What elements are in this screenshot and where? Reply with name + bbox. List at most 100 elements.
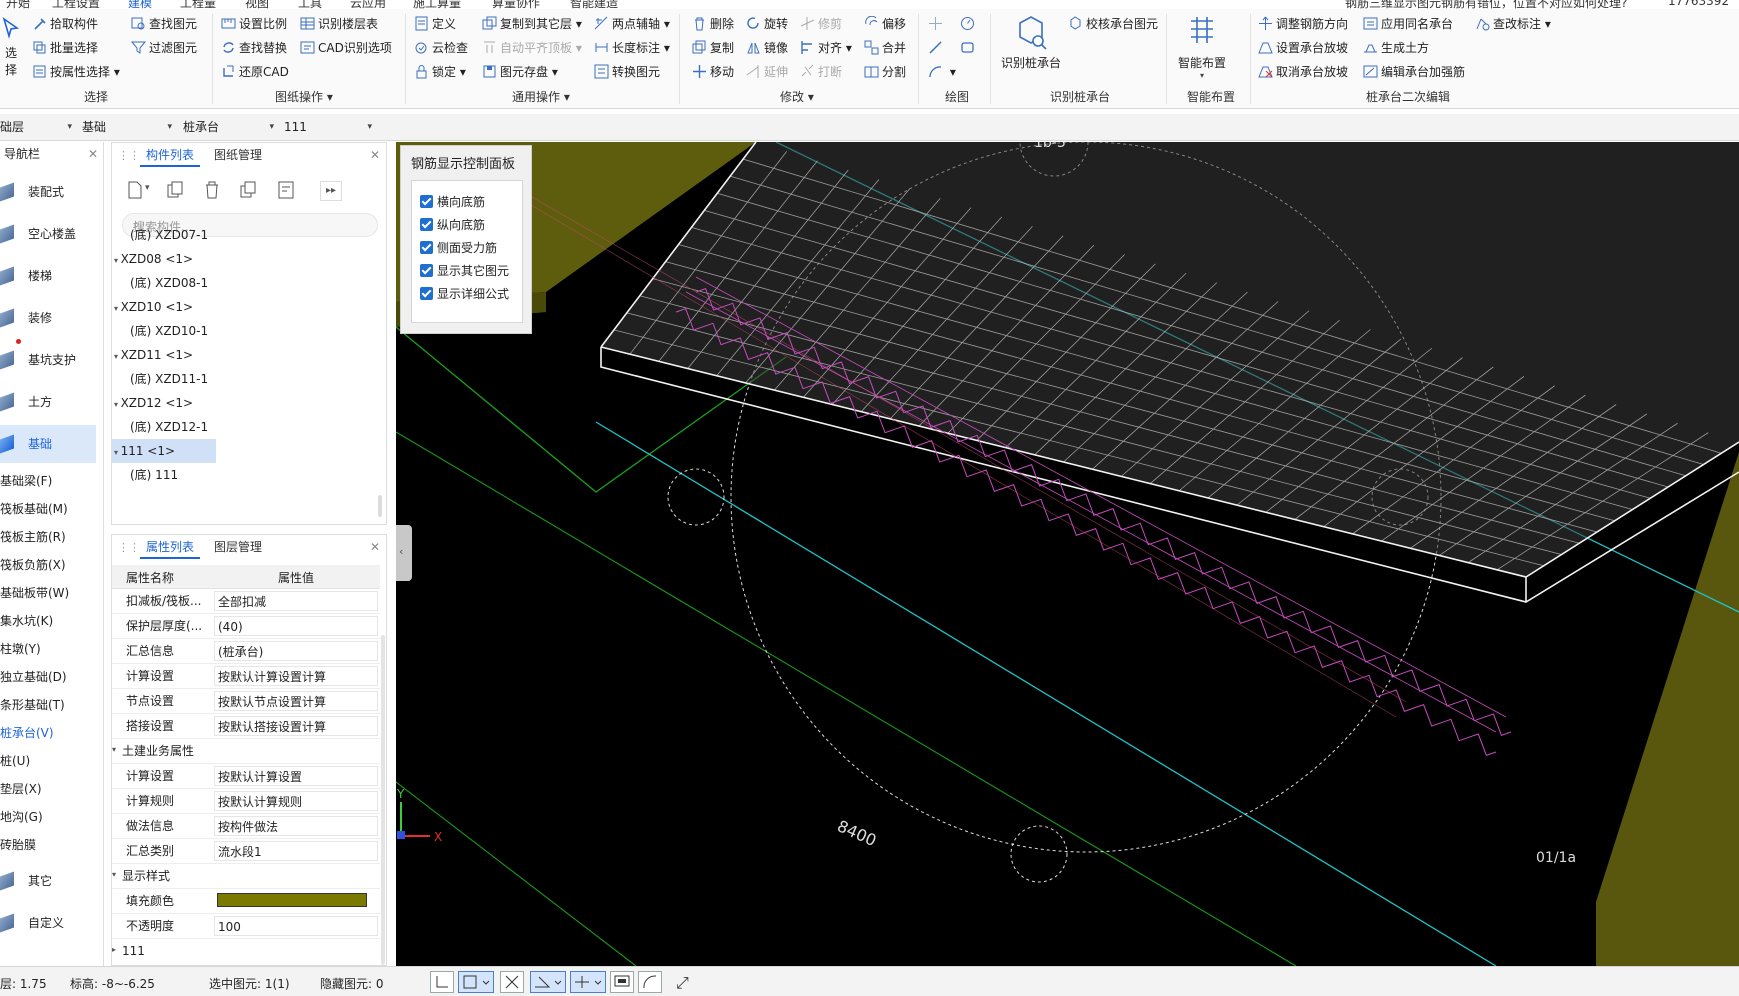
set-cap-slope-button[interactable]: 设置承台放坡 bbox=[1258, 38, 1348, 58]
smart-layout-button[interactable]: 智能布置 ▾ bbox=[1172, 15, 1232, 80]
tree-item[interactable]: ▾ XZD12 <1> bbox=[114, 391, 193, 415]
menu-quantity[interactable]: 工程量 bbox=[180, 0, 216, 9]
auto-align-button[interactable]: 自动平齐顶板 ▾ bbox=[482, 38, 582, 58]
close-icon[interactable]: ✕ bbox=[370, 148, 380, 162]
tab-layer-manage[interactable]: 图层管理 bbox=[208, 535, 268, 559]
offset-button[interactable]: 偏移 bbox=[864, 14, 906, 34]
nav-item-pit-support[interactable]: 基坑支护 bbox=[0, 339, 96, 379]
batch-select-button[interactable]: 批量选择 bbox=[32, 38, 98, 58]
nav-item-foundation[interactable]: 基础 bbox=[0, 425, 96, 463]
cloud-check-button[interactable]: 云检查 bbox=[414, 38, 468, 58]
tree-item[interactable]: (底) XZD10-1 bbox=[130, 319, 208, 343]
filter-element-button[interactable]: 过滤图元 bbox=[130, 38, 197, 58]
tab-component-list[interactable]: 构件列表 bbox=[140, 143, 201, 167]
scrollbar[interactable] bbox=[378, 495, 382, 517]
nav-sub-item[interactable]: 基础板带(W) bbox=[0, 579, 69, 607]
expand-icon[interactable]: ▸ bbox=[112, 945, 116, 954]
align-button[interactable]: 对齐 ▾ bbox=[800, 38, 852, 58]
close-icon[interactable]: ✕ bbox=[370, 540, 380, 554]
drag-handle-icon[interactable]: ⋮⋮ bbox=[118, 149, 140, 162]
nav-item-other[interactable]: 其它 bbox=[0, 862, 96, 900]
extend-button[interactable]: 延伸 bbox=[746, 62, 788, 82]
cad-options-button[interactable]: CAD识别选项 bbox=[300, 38, 392, 58]
property-group-display[interactable]: ▾ 显示样式 bbox=[112, 864, 380, 889]
line-draw-button[interactable] bbox=[928, 38, 946, 58]
tree-item[interactable]: (底) 111 bbox=[130, 463, 178, 487]
component-settings-button[interactable] bbox=[275, 179, 297, 201]
tree-item[interactable]: (底) XZD12-1 bbox=[130, 415, 208, 439]
nav-sub-item[interactable]: 桩(U) bbox=[0, 747, 30, 775]
more-button[interactable]: ▸▸ bbox=[320, 181, 342, 201]
fullscreen-icon[interactable]: ⤢ bbox=[676, 973, 689, 993]
find-replace-button[interactable]: 查找替换 bbox=[221, 38, 287, 58]
copy-to-floor-button[interactable]: 复制到其它层 ▾ bbox=[482, 14, 582, 34]
cross-toggle[interactable] bbox=[500, 971, 524, 993]
apply-same-name-button[interactable]: 应用同名承台 bbox=[1363, 14, 1453, 34]
circle-draw-button[interactable] bbox=[960, 14, 978, 34]
property-group-last[interactable]: ▸ 111 bbox=[112, 939, 380, 964]
gen-earth-button[interactable]: 生成土方 bbox=[1363, 38, 1429, 58]
chevron-down-icon[interactable]: ▾ bbox=[145, 183, 150, 193]
tree-item[interactable]: (底) XZD11-1 bbox=[130, 367, 208, 391]
arc-toggle[interactable] bbox=[638, 971, 662, 993]
nav-item-hollow-floor[interactable]: 空心楼盖 bbox=[0, 215, 96, 253]
floor-select[interactable]: 基础层▾ bbox=[0, 117, 76, 138]
recognize-cap-button[interactable]: 识别桩承台 bbox=[996, 15, 1066, 71]
save-elements-button[interactable]: 图元存盘 ▾ bbox=[482, 62, 558, 82]
lock-button[interactable]: 锁定 ▾ bbox=[414, 62, 466, 82]
split-button[interactable]: 分割 bbox=[864, 62, 906, 82]
move-button[interactable]: 移动 bbox=[692, 62, 734, 82]
menu-construction[interactable]: 施工算量 bbox=[413, 0, 461, 9]
type-select[interactable]: 桩承台 ▾ bbox=[181, 117, 278, 138]
menu-view[interactable]: 视图 bbox=[245, 0, 269, 9]
recognize-floor-button[interactable]: 识别楼层表 bbox=[300, 14, 378, 34]
snap-toggle[interactable] bbox=[458, 971, 494, 993]
select-by-attr-button[interactable]: 按属性选择 ▾ bbox=[32, 62, 120, 82]
tab-drawing-manage[interactable]: 图纸管理 bbox=[208, 143, 268, 167]
cancel-cap-slope-button[interactable]: 取消承台放坡 bbox=[1258, 62, 1348, 82]
length-mark-button[interactable]: 长度标注 ▾ bbox=[594, 38, 670, 58]
pick-component-button[interactable]: 拾取构件 bbox=[32, 14, 98, 34]
3d-viewport[interactable]: 8400 1b-3 01/1a Y X bbox=[396, 142, 1739, 966]
checkbox-horizontal-bottom[interactable]: 横向底筋 bbox=[420, 192, 485, 212]
nav-sub-item-pile-cap[interactable]: 桩承台(V) bbox=[0, 719, 54, 747]
tree-item-selected[interactable]: ▾ 111 <1> bbox=[112, 439, 216, 463]
delete-button[interactable]: 删除 bbox=[692, 14, 734, 34]
nav-sub-item[interactable]: 条形基础(T) bbox=[0, 691, 65, 719]
nav-sub-item[interactable]: 地沟(G) bbox=[0, 803, 43, 831]
ortho-toggle[interactable] bbox=[430, 971, 454, 993]
expand-icon[interactable]: ▾ bbox=[112, 745, 116, 754]
edit-cap-rebar-button[interactable]: 编辑承台加强筋 bbox=[1363, 62, 1465, 82]
trim-button[interactable]: 修剪 bbox=[800, 14, 842, 34]
checkbox-show-other[interactable]: 显示其它图元 bbox=[420, 261, 509, 281]
nav-item-stairs[interactable]: 楼梯 bbox=[0, 257, 96, 295]
display-toggle[interactable] bbox=[610, 971, 634, 993]
merge-button[interactable]: 合并 bbox=[864, 38, 906, 58]
checkbox-show-formula[interactable]: 显示详细公式 bbox=[420, 284, 509, 304]
rect-draw-button[interactable] bbox=[960, 38, 978, 58]
category-select[interactable]: 基础 ▾ bbox=[80, 117, 176, 138]
menu-tools[interactable]: 工具 bbox=[298, 0, 322, 9]
tree-item[interactable]: (底) XZD07-1 bbox=[130, 223, 208, 247]
new-component-button[interactable] bbox=[124, 179, 146, 201]
scene-canvas[interactable]: 8400 1b-3 01/1a Y X bbox=[396, 142, 1739, 966]
convert-elements-button[interactable]: 转换图元 bbox=[594, 62, 660, 82]
define-button[interactable]: 定义 bbox=[414, 14, 456, 34]
fill-color-swatch[interactable] bbox=[217, 893, 367, 907]
nav-sub-item[interactable]: 集水坑(K) bbox=[0, 607, 53, 635]
nav-sub-item[interactable]: 独立基础(D) bbox=[0, 663, 67, 691]
nav-sub-item[interactable]: 垫层(X) bbox=[0, 775, 42, 803]
nav-item-prefab[interactable]: 装配式 bbox=[0, 173, 96, 211]
restore-cad-button[interactable]: 还原CAD bbox=[221, 62, 289, 82]
nav-item-earthwork[interactable]: 土方 bbox=[0, 383, 96, 421]
dimension-toggle[interactable] bbox=[570, 971, 606, 993]
menu-start[interactable]: 开始 bbox=[6, 0, 30, 9]
menu-project-settings[interactable]: 工程设置 bbox=[52, 0, 100, 9]
nav-sub-item[interactable]: 柱墩(Y) bbox=[0, 635, 41, 663]
copy-button[interactable]: 复制 bbox=[692, 38, 734, 58]
delete-component-button[interactable] bbox=[201, 179, 223, 201]
nav-sub-item[interactable]: 基础梁(F) bbox=[0, 467, 52, 495]
point-draw-button[interactable] bbox=[928, 14, 946, 34]
tree-item[interactable]: (底) XZD08-1 bbox=[130, 271, 208, 295]
mirror-button[interactable]: 镜像 bbox=[746, 38, 788, 58]
